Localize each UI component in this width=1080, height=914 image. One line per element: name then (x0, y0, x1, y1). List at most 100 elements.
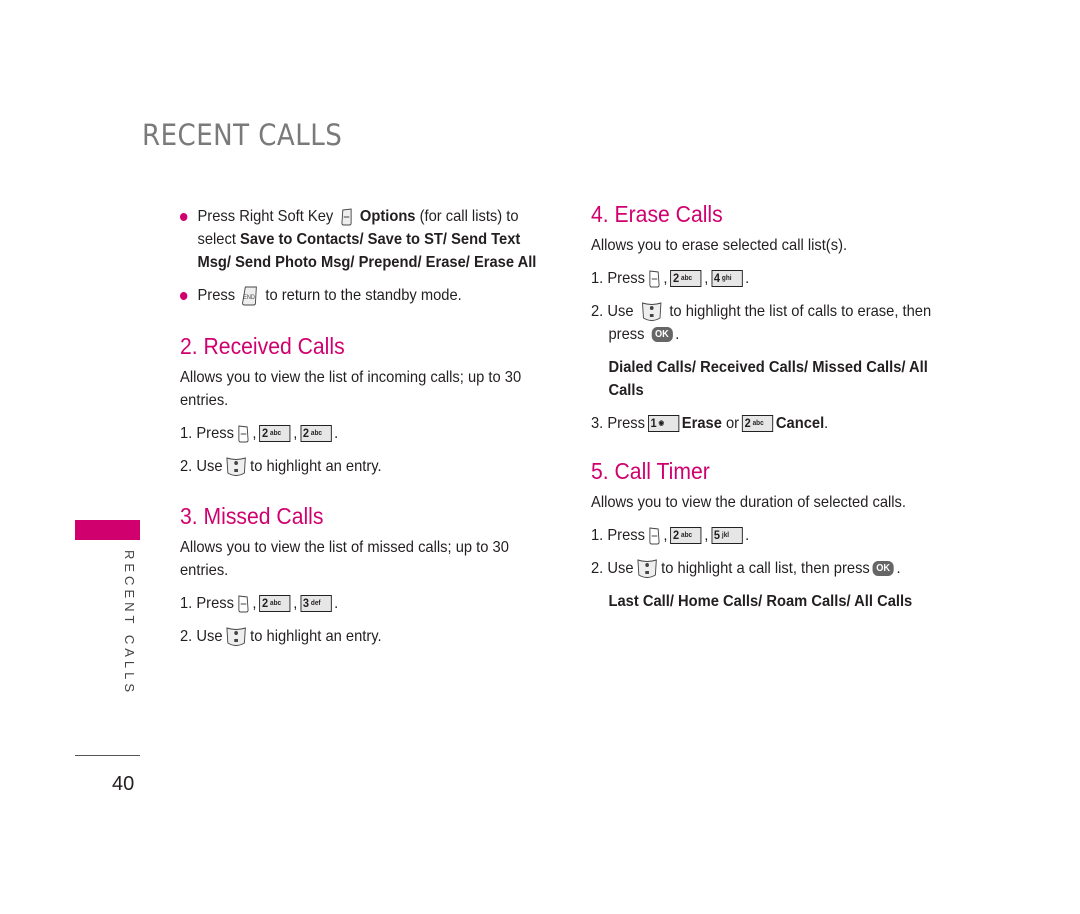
key-letters: abc (310, 430, 322, 437)
missed-calls-heading: 3. Missed Calls (180, 503, 324, 529)
key-2-abc: 2 abc (670, 270, 702, 287)
comma: , (704, 527, 709, 544)
navigation-key-icon (226, 626, 247, 646)
bullet-dot (180, 292, 188, 300)
key-5-jkl: 5 jkl (711, 527, 743, 544)
key-digit: 2 (262, 596, 269, 610)
key-2-abc: 2 abc (670, 527, 702, 544)
desc-line: entries. (180, 392, 229, 409)
comma: , (293, 425, 298, 442)
key-letters: abc (681, 275, 693, 282)
key-letters: abc (270, 600, 282, 607)
left-soft-key-icon (238, 594, 249, 612)
step-text: 2. Use (180, 458, 223, 475)
key-4-ghi: 4 ghi (711, 270, 743, 287)
options-list: Save to Contacts/ Save to ST/ Send Text (240, 231, 521, 248)
comma: , (663, 270, 668, 287)
step-text: 2. Use (591, 560, 634, 577)
bullet-text: Press (197, 287, 236, 304)
key-letters: ghi (721, 275, 732, 282)
key-letters: jkl (721, 532, 730, 539)
intro-bullet-end: Press END to return to the standby mode. (180, 284, 530, 307)
intro-bullet-options: Press Right Soft Key Options (for call l… (180, 205, 536, 274)
bullet-text: Press Right Soft Key (197, 208, 334, 225)
period: . (745, 270, 750, 287)
comma: , (704, 270, 709, 287)
call-timer-desc: Allows you to view the duration of selec… (591, 494, 907, 511)
timer-step-1: 1. Press , 2 abc , 5 jkl . (591, 524, 950, 547)
step-text: 2. Use (180, 628, 223, 645)
desc-line: entries. (180, 562, 229, 579)
period: . (824, 415, 829, 432)
key-digit: 2 (673, 271, 680, 285)
period: . (334, 425, 339, 442)
bullet-dot (180, 213, 188, 221)
options-line: Last Call/ Home Calls/ Roam Calls/ All C… (608, 593, 913, 610)
erase-step-2: 2. Use to highlight the list of calls to… (591, 300, 950, 346)
missed-step-1: 1. Press , 2 abc , 3 def . (180, 592, 530, 615)
period: . (334, 595, 339, 612)
missed-calls-desc: Allows you to view the list of missed ca… (180, 536, 530, 582)
key-2-abc: 2 abc (300, 425, 332, 442)
page-title: RECENT CALLS (142, 118, 343, 152)
received-step-1: 1. Press , 2 abc , 2 abc . (180, 422, 530, 445)
svg-text:END: END (244, 295, 256, 301)
key-3-def: 3 def (300, 595, 332, 612)
key-digit: 3 (302, 596, 310, 610)
side-tab-label: RECENT CALLS (122, 550, 137, 697)
end-key-icon: END (242, 286, 258, 306)
key-letters: abc (270, 430, 282, 437)
comma: , (252, 595, 257, 612)
step-text: or (725, 415, 740, 432)
voicemail-icon: ◉ (658, 420, 665, 427)
bullet-text: to return to the standby mode. (265, 287, 462, 304)
erase-calls-heading: 4. Erase Calls (591, 201, 723, 227)
timer-options-list: Last Call/ Home Calls/ Roam Calls/ All C… (591, 590, 950, 613)
key-1-voicemail: 1 ◉ (647, 415, 680, 432)
right-column: 4. Erase Calls Allows you to erase selec… (591, 200, 981, 613)
received-calls-desc: Allows you to view the list of incoming … (180, 366, 530, 412)
erase-step-3: 3. Press 1 ◉ Erase or 2 abc Cancel. (591, 412, 950, 435)
left-column: Press Right Soft Key Options (for call l… (180, 205, 560, 648)
step-text: to highlight an entry. (250, 628, 382, 645)
key-digit: 5 (713, 528, 721, 542)
options-line: Dialed Calls/ Received Calls/ Missed Cal… (608, 359, 928, 376)
step-text: 2. Use (591, 303, 634, 320)
key-digit: 1 (650, 416, 657, 430)
call-timer-heading: 5. Call Timer (591, 458, 710, 484)
key-digit: 2 (673, 528, 680, 542)
options-list-cont: Msg/ Send Photo Msg/ Prepend/ Erase/ Era… (197, 254, 537, 271)
step-text: to highlight a call list, then press (661, 560, 870, 577)
desc-line: Allows you to view the list of missed ca… (180, 539, 509, 556)
options-label: Options (359, 208, 416, 225)
step-text: press (608, 326, 645, 343)
ok-key-icon: OK (872, 561, 894, 576)
page-number: 40 (112, 773, 135, 795)
erase-options-list: Dialed Calls/ Received Calls/ Missed Cal… (591, 356, 950, 402)
comma: , (252, 425, 257, 442)
comma: , (293, 595, 298, 612)
bullet-text: (for call lists) to (419, 208, 519, 225)
footer-divider (75, 755, 140, 756)
key-digit: 2 (302, 426, 310, 440)
navigation-key-icon (226, 456, 247, 476)
step-text: to highlight an entry. (250, 458, 382, 475)
cancel-option: Cancel (775, 415, 825, 432)
period: . (745, 527, 750, 544)
period: . (896, 560, 901, 577)
bullet-text: select (197, 231, 236, 248)
key-digit: 2 (262, 426, 269, 440)
left-soft-key-icon (649, 526, 660, 544)
key-digit: 2 (744, 416, 751, 430)
key-letters: abc (681, 532, 693, 539)
left-soft-key-icon (238, 424, 249, 442)
desc-line: Allows you to view the list of incoming … (180, 369, 522, 386)
key-letters: def (310, 600, 321, 607)
period: . (675, 326, 680, 343)
received-calls-heading: 2. Received Calls (180, 333, 345, 359)
step-text: to highlight the list of calls to erase,… (669, 303, 932, 320)
key-digit: 4 (713, 271, 721, 285)
key-2-abc: 2 abc (259, 595, 291, 612)
erase-calls-desc: Allows you to erase selected call list(s… (591, 237, 848, 254)
erase-option: Erase (681, 415, 722, 432)
